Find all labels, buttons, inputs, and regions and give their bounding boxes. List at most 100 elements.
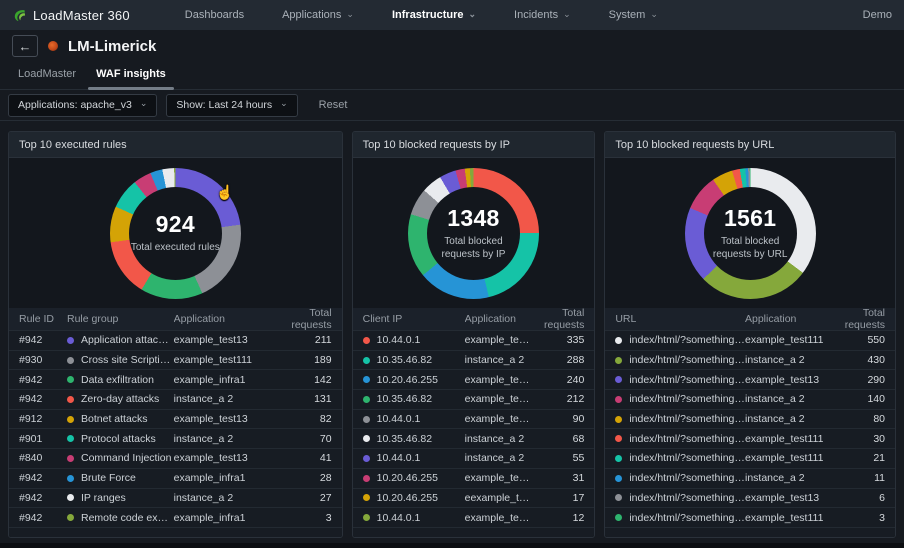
table-row[interactable]: 10.44.0.1instance_a 255 bbox=[353, 449, 595, 469]
back-button[interactable]: ← bbox=[12, 35, 38, 57]
time-range-dropdown[interactable]: Show: Last 24 hours ⌄ bbox=[166, 94, 297, 117]
table-row[interactable]: index/html/?something003=...instance_a 2… bbox=[605, 469, 895, 489]
reset-button[interactable]: Reset bbox=[319, 99, 348, 111]
table-cell: eexample_test13 bbox=[465, 492, 533, 504]
column-header: Total requests bbox=[837, 307, 885, 331]
chevron-down-icon: ⌄ bbox=[563, 11, 571, 17]
dropdown-value: Show: Last 24 hours bbox=[176, 99, 272, 111]
table-row[interactable]: index/html/?something003=...example_test… bbox=[605, 331, 895, 351]
table-row[interactable]: 10.35.46.82instance_a 2288 bbox=[353, 351, 595, 371]
donut-total-label: Total blocked requests by URL bbox=[707, 235, 793, 262]
nav-item-applications[interactable]: Applications ⌄ bbox=[265, 0, 371, 30]
table-row[interactable]: #942Application attack SQLexample_test13… bbox=[9, 331, 342, 351]
table-row[interactable]: index/html/?something003=...example_test… bbox=[605, 370, 895, 390]
table-row[interactable]: 10.35.46.82example_test111212 bbox=[353, 390, 595, 410]
series-color-dot-icon bbox=[363, 416, 370, 423]
nav-item-incidents[interactable]: Incidents ⌄ bbox=[497, 0, 588, 30]
table-cell: 80 bbox=[837, 413, 885, 425]
table-cell: Botnet attacks bbox=[67, 413, 174, 425]
table-row[interactable]: 10.20.46.255example_test13240 bbox=[353, 370, 595, 390]
series-color-dot-icon bbox=[363, 514, 370, 521]
table-cell: #912 bbox=[19, 413, 67, 425]
table-row[interactable]: 10.35.46.82instance_a 268 bbox=[353, 429, 595, 449]
panel-title: Top 10 blocked requests by IP bbox=[353, 132, 595, 158]
column-header: Rule ID bbox=[19, 313, 67, 325]
cell-text: 3 bbox=[879, 512, 885, 524]
cell-text: 28 bbox=[320, 472, 332, 484]
table-row[interactable]: index/html/?something003=...instance_a 2… bbox=[605, 390, 895, 410]
chart-area: 924 Total executed rules bbox=[9, 158, 342, 308]
table-row[interactable]: index/html/?something003=...instance_a 2… bbox=[605, 410, 895, 430]
table-cell: example_test13 bbox=[174, 452, 272, 464]
table-cell: 12 bbox=[532, 512, 584, 524]
table-row[interactable]: #840Command Injectionexample_test1341 bbox=[9, 449, 342, 469]
table-cell: example_test111 bbox=[174, 354, 272, 366]
donut-chart-executed-rules[interactable]: 924 Total executed rules bbox=[110, 168, 241, 299]
series-color-dot-icon bbox=[615, 455, 622, 462]
table-cell: Command Injection bbox=[67, 452, 174, 464]
top-navbar: LoadMaster 360 Dashboards Applications ⌄… bbox=[0, 0, 904, 30]
brand[interactable]: LoadMaster 360 bbox=[12, 8, 130, 23]
nav-item-system[interactable]: System ⌄ bbox=[592, 0, 675, 30]
cell-text: Protocol attacks bbox=[81, 433, 156, 445]
table-row[interactable]: #942IP rangesinstance_a 227 bbox=[9, 489, 342, 509]
table-row[interactable]: #901Protocol attacksinstance_a 270 bbox=[9, 429, 342, 449]
applications-filter-dropdown[interactable]: Applications: apache_v3 ⌄ bbox=[8, 94, 157, 117]
nav-item-infrastructure[interactable]: Infrastructure ⌄ bbox=[375, 0, 493, 30]
cell-text: example_infra1 bbox=[174, 472, 246, 484]
cell-text: instance_a 2 bbox=[465, 433, 525, 445]
cell-text: 10.35.46.82 bbox=[377, 354, 432, 366]
table-row[interactable]: 10.44.0.1example_test1390 bbox=[353, 410, 595, 430]
table-row[interactable]: #930Cross site Scripting (XSS)example_te… bbox=[9, 351, 342, 371]
series-color-dot-icon bbox=[363, 357, 370, 364]
series-color-dot-icon bbox=[363, 494, 370, 501]
cell-text: index/html/?something003=... bbox=[629, 393, 745, 405]
table-cell: index/html/?something003=... bbox=[615, 354, 745, 366]
tab-label: LoadMaster bbox=[18, 68, 76, 80]
table-cell: instance_a 2 bbox=[174, 433, 272, 445]
tab-waf-insights[interactable]: WAF insights bbox=[86, 62, 176, 89]
table-cell: 31 bbox=[532, 472, 584, 484]
cell-text: 211 bbox=[315, 334, 332, 346]
tab-loadmaster[interactable]: LoadMaster bbox=[8, 62, 86, 89]
table-cell: Application attack SQL bbox=[67, 334, 174, 346]
series-color-dot-icon bbox=[67, 396, 74, 403]
table-row[interactable]: 10.20.46.255example_test11131 bbox=[353, 469, 595, 489]
table-cell: Cross site Scripting (XSS) bbox=[67, 354, 174, 366]
nav-item-dashboards[interactable]: Dashboards bbox=[168, 0, 261, 30]
table-row[interactable]: index/html/?something003=...example_test… bbox=[605, 508, 895, 528]
table-row[interactable]: index/html/?something003=...example_test… bbox=[605, 429, 895, 449]
table-row[interactable]: 10.44.0.1example_test13335 bbox=[353, 331, 595, 351]
table-row[interactable]: 10.44.0.1example_test11112 bbox=[353, 508, 595, 528]
table-row[interactable]: index/html/?something003=...example_test… bbox=[605, 489, 895, 509]
chart-area: 1348 Total blocked requests by IP bbox=[353, 158, 595, 308]
series-color-dot-icon bbox=[615, 514, 622, 521]
table-cell: index/html/?something003=... bbox=[615, 512, 745, 524]
table-row[interactable]: #942Data exfiltrationexample_infra1142 bbox=[9, 370, 342, 390]
cell-text: Zero-day attacks bbox=[81, 393, 159, 405]
table-row[interactable]: #942Zero-day attacksinstance_a 2131 bbox=[9, 390, 342, 410]
table-row[interactable]: 10.20.46.255eexample_test1317 bbox=[353, 489, 595, 509]
donut-chart-blocked-by-url[interactable]: 1561 Total blocked requests by URL bbox=[685, 168, 816, 299]
table-cell: 430 bbox=[837, 354, 885, 366]
table-cell: 10.20.46.255 bbox=[363, 472, 465, 484]
table-body: 10.44.0.1example_test1333510.35.46.82ins… bbox=[353, 331, 595, 537]
table-cell: 28 bbox=[272, 472, 332, 484]
table-row[interactable]: #942Remote code execution (RCE)example_i… bbox=[9, 508, 342, 528]
cell-text: 10.44.0.1 bbox=[377, 452, 421, 464]
table-cell: index/html/?something003=... bbox=[615, 413, 745, 425]
table-row[interactable]: #912Botnet attacksexample_test1382 bbox=[9, 410, 342, 430]
cell-text: example_test13 bbox=[745, 492, 819, 504]
donut-chart-blocked-by-ip[interactable]: 1348 Total blocked requests by IP bbox=[408, 168, 539, 299]
user-demo-label[interactable]: Demo bbox=[863, 9, 892, 21]
table-row[interactable]: #942Brute Forceexample_infra128 bbox=[9, 469, 342, 489]
cell-text: 70 bbox=[320, 433, 332, 445]
cell-text: example_infra1 bbox=[174, 374, 246, 386]
series-color-dot-icon bbox=[615, 494, 622, 501]
table-row[interactable]: index/html/?something003=...example_test… bbox=[605, 449, 895, 469]
column-header: Rule group bbox=[67, 313, 174, 325]
cell-text: 335 bbox=[567, 334, 585, 346]
table-cell: example_test111 bbox=[465, 472, 533, 484]
cell-text: #942 bbox=[19, 374, 42, 386]
table-row[interactable]: index/html/?something003=...instance_a 2… bbox=[605, 351, 895, 371]
